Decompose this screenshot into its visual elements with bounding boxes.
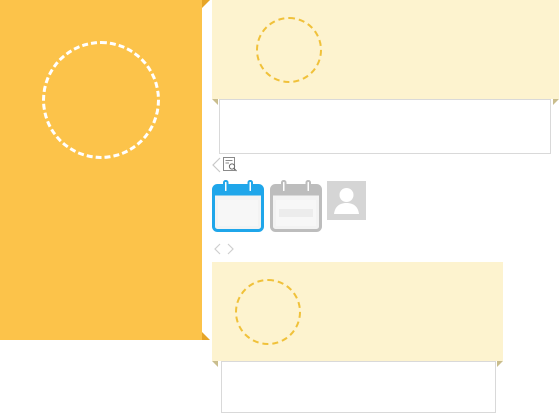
chevron-left-right-icon[interactable] [212, 242, 236, 256]
pale-card-top [212, 0, 559, 105]
card-fold-right [497, 361, 503, 367]
card-fold-left [212, 99, 218, 105]
user-avatar-icon[interactable] [327, 181, 366, 220]
image-placeholder-circle [42, 41, 160, 159]
card-fold-right [553, 99, 559, 105]
calendar-icon-inactive[interactable] [270, 180, 322, 232]
image-placeholder-circle [235, 279, 301, 345]
text-box-top[interactable] [219, 99, 551, 154]
card-fold-bottom [202, 332, 210, 340]
calendar-icon-active[interactable] [212, 180, 264, 232]
card-fold-left [212, 361, 218, 367]
card-fold-top [202, 0, 210, 8]
image-placeholder-circle [256, 17, 322, 83]
document-search-icon[interactable] [222, 156, 238, 172]
text-box-bottom[interactable] [221, 361, 496, 413]
pale-card-bottom [212, 262, 503, 367]
large-card [0, 0, 210, 340]
